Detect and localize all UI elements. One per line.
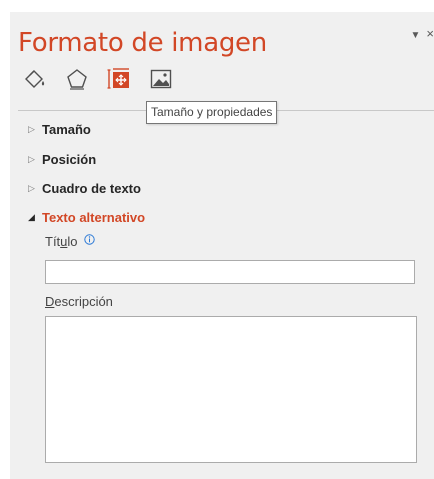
expand-triangle-icon: ▷ [28,182,35,193]
pane-title: Formato de imagen [18,28,267,58]
paint-bucket-icon [25,70,45,88]
tooltip: Tamaño y propiedades [146,101,278,124]
description-field-label: Descripción [45,294,113,309]
tab-effects[interactable] [62,64,92,94]
section-size-label: Tamaño [42,121,91,137]
section-textbox-label: Cuadro de texto [42,180,141,196]
description-label-accesskey: D [45,294,55,309]
tab-size-properties[interactable] [104,64,134,94]
title-field-label: Título [45,233,95,249]
pane-controls: ▼ × [411,26,434,41]
size-properties-icon [107,68,129,89]
pane-tab-bar [20,64,188,94]
format-picture-pane: Formato de imagen ▼ × Tamaño y propiedad… [10,12,434,479]
section-position-label: Posición [42,151,97,167]
picture-icon [150,69,172,89]
info-icon[interactable] [83,233,95,248]
section-textbox[interactable]: ▷ Cuadro de texto [28,179,141,197]
title-label-part: Tít [45,234,61,249]
section-size[interactable]: ▷ Tamaño [28,120,91,138]
expand-triangle-icon: ▷ [28,153,35,164]
section-position[interactable]: ▷ Posición [28,150,96,168]
title-label-part: lo [67,234,78,249]
pentagon-icon [67,69,87,90]
collapse-triangle-icon: ◢ [28,211,35,222]
title-input[interactable] [45,260,415,284]
description-textarea[interactable] [45,316,417,463]
section-alt-text-label: Texto alternativo [42,209,146,225]
pane-options-dropdown-icon[interactable]: ▼ [411,30,421,41]
close-icon[interactable]: × [426,26,434,41]
section-alt-text[interactable]: ◢ Texto alternativo [28,208,145,226]
tab-fill-line[interactable] [20,64,50,94]
tab-picture[interactable] [146,64,176,94]
description-label-part: escripción [54,294,113,309]
expand-triangle-icon: ▷ [28,123,35,134]
